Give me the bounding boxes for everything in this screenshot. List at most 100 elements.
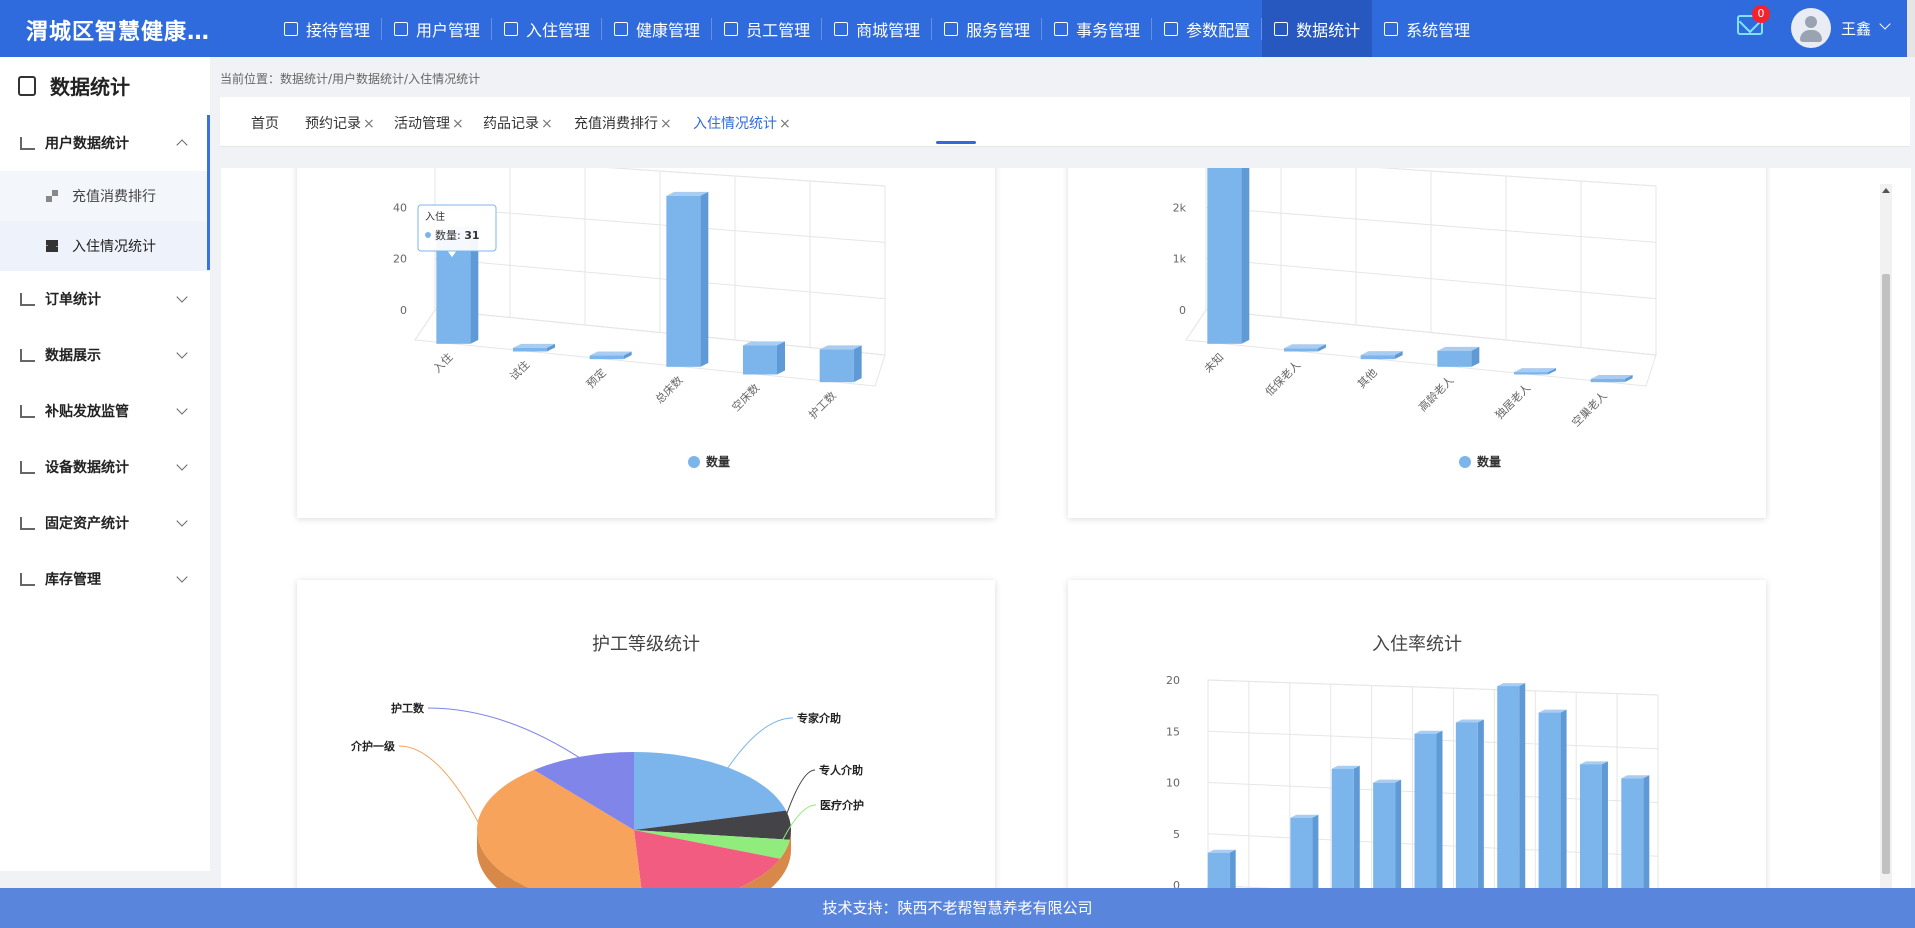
chevron-down-icon <box>176 291 188 303</box>
tab-0[interactable]: 首页 <box>251 113 279 133</box>
sidebar-item-4[interactable]: 设备数据统计 <box>0 439 210 495</box>
x-tick-label: 入住 <box>430 350 455 375</box>
nav-item-2[interactable]: 入住管理 <box>492 0 603 57</box>
sidebar-menu: 用户数据统计 充值消费排行 入住情况统计 订单统计 数据展示 补贴发放监管 设备数据统计固定… <box>0 115 210 607</box>
bar[interactable] <box>513 343 555 352</box>
pie-label: 医疗介护 <box>820 798 864 812</box>
bar[interactable] <box>819 345 862 383</box>
bar[interactable] <box>1538 709 1567 888</box>
chart-card-elder-type: 01k2k3k未知低保老人其他高龄老人独居老人空巢老人数量 <box>1068 168 1766 518</box>
sidebar-item-label: 固定资产统计 <box>45 516 129 532</box>
tab-1[interactable]: 预约记录 × <box>305 113 375 133</box>
x-tick-label: 护工数 <box>806 388 839 421</box>
sidebar-subitem-0-1[interactable]: 入住情况统计 <box>0 221 210 271</box>
nav-item-8[interactable]: 参数配置 <box>1152 0 1263 57</box>
chart-grid <box>414 168 886 387</box>
tab-5[interactable]: 入住情况统计 × <box>693 113 791 133</box>
nav-item-5[interactable]: 商城管理 <box>822 0 933 57</box>
nav-item-10[interactable]: 系统管理 <box>1372 0 1482 57</box>
bar[interactable] <box>743 341 785 375</box>
sidebar-subitem-0-0[interactable]: 充值消费排行 <box>0 171 210 221</box>
bar[interactable] <box>1360 351 1403 360</box>
breadcrumb: 当前位置：数据统计/用户数据统计/入住情况统计 <box>220 72 481 86</box>
close-icon[interactable]: × <box>779 116 791 132</box>
close-icon[interactable]: × <box>541 116 553 132</box>
nav-icon <box>394 21 409 36</box>
sidebar-item-6[interactable]: 库存管理 <box>0 551 210 607</box>
tooltip-value: 数量: 31 <box>435 229 480 242</box>
tab-4[interactable]: 充值消费排行 × <box>574 113 672 133</box>
sidebar-item-3[interactable]: 补贴发放监管 <box>0 383 210 439</box>
close-icon[interactable]: × <box>452 116 464 132</box>
close-icon[interactable]: × <box>363 116 375 132</box>
chevron-down-icon <box>176 459 188 471</box>
bar[interactable] <box>1373 779 1402 888</box>
nav-item-7[interactable]: 事务管理 <box>1042 0 1153 57</box>
chart-occupancy: 0204060入住试住预定总床数空床数护工数数量入住数量: 31 <box>393 168 886 469</box>
nav-item-6[interactable]: 服务管理 <box>932 0 1043 57</box>
nav-item-3[interactable]: 健康管理 <box>602 0 713 57</box>
bar[interactable] <box>1455 719 1484 888</box>
user-name[interactable]: 王鑫 <box>1841 18 1871 39</box>
tab-2[interactable]: 活动管理 × <box>394 113 464 133</box>
chart-legend[interactable]: 数量 <box>1459 454 1501 469</box>
nav-item-0[interactable]: 接待管理 <box>272 0 383 57</box>
scroll-up-icon[interactable] <box>1882 188 1890 193</box>
chart-line-icon <box>20 136 35 150</box>
pie-connector <box>427 707 584 761</box>
avatar[interactable] <box>1791 8 1831 48</box>
bar[interactable] <box>1207 168 1250 344</box>
app-title[interactable]: 渭城区智慧健康… <box>26 14 210 46</box>
chart-elder-type: 01k2k3k未知低保老人其他高龄老人独居老人空巢老人数量 <box>1173 168 1657 469</box>
x-tick-label: 未知 <box>1201 350 1226 375</box>
sidebar-item-1[interactable]: 订单统计 <box>0 271 210 327</box>
top-navbar: 渭城区智慧健康… 接待管理 用户管理 入住管理 健康管理 员工管理 商城管理 服务管理 事务管… <box>0 0 1915 57</box>
scroll-thumb[interactable] <box>1882 274 1890 874</box>
bar[interactable] <box>1621 775 1650 888</box>
tab-label: 药品记录 <box>483 116 539 132</box>
chart-legend[interactable]: 数量 <box>688 454 730 469</box>
bar[interactable] <box>1497 683 1526 888</box>
bar[interactable] <box>1437 346 1480 367</box>
chevron-down-icon[interactable] <box>1879 18 1891 30</box>
pie-label: 护工数 <box>391 701 425 715</box>
nav-icon <box>284 21 298 36</box>
bar[interactable] <box>1284 344 1326 352</box>
bar[interactable] <box>1207 849 1236 888</box>
bar[interactable] <box>1331 765 1360 888</box>
y-tick-label: 20 <box>393 253 407 266</box>
tab-3[interactable]: 药品记录 × <box>483 113 553 133</box>
chart-line-icon <box>20 572 35 586</box>
bar[interactable] <box>1590 374 1633 383</box>
sidebar-item-2[interactable]: 数据展示 <box>0 327 210 383</box>
mail-badge: 0 <box>1752 5 1770 23</box>
chart-card-occupancy-rate: 入住率统计 0 5 10 15 20 <box>1068 580 1766 888</box>
x-tick-label: 空床数 <box>729 381 762 414</box>
nav-item-9[interactable]: 数据统计 <box>1262 0 1373 57</box>
nav-item-4[interactable]: 员工管理 <box>712 0 823 57</box>
bar[interactable] <box>1290 814 1319 888</box>
nav-item-label: 系统管理 <box>1406 20 1471 40</box>
content-scrollbar[interactable] <box>1880 184 1892 888</box>
nav-icon <box>944 21 959 36</box>
report-icon <box>18 75 36 96</box>
sidebar-item-0[interactable]: 用户数据统计 <box>0 115 210 171</box>
close-icon[interactable]: × <box>660 116 672 132</box>
tab-label: 活动管理 <box>394 116 450 132</box>
chart-card-occupancy: 0204060入住试住预定总床数空床数护工数数量入住数量: 31 <box>297 168 995 518</box>
sidebar-item-label: 库存管理 <box>45 572 101 588</box>
sidebar-active-indicator <box>207 115 210 270</box>
bar[interactable] <box>1579 761 1608 888</box>
pie-connector <box>724 717 794 772</box>
chart-line-icon <box>20 348 35 362</box>
bar[interactable] <box>589 351 632 360</box>
bar[interactable] <box>1514 368 1556 375</box>
sidebar-item-5[interactable]: 固定资产统计 <box>0 495 210 551</box>
legend-label: 数量 <box>1477 454 1501 469</box>
bar[interactable] <box>1414 730 1443 888</box>
scrollbar[interactable] <box>1907 0 1915 57</box>
nav-item-1[interactable]: 用户管理 <box>382 0 493 57</box>
tabs-bar: 首页 预约记录 × 活动管理 × 药品记录 × 充值消费排行 × 入住情况统计 × <box>220 97 1910 147</box>
chevron-up-icon <box>176 139 188 151</box>
bar[interactable] <box>666 191 709 367</box>
